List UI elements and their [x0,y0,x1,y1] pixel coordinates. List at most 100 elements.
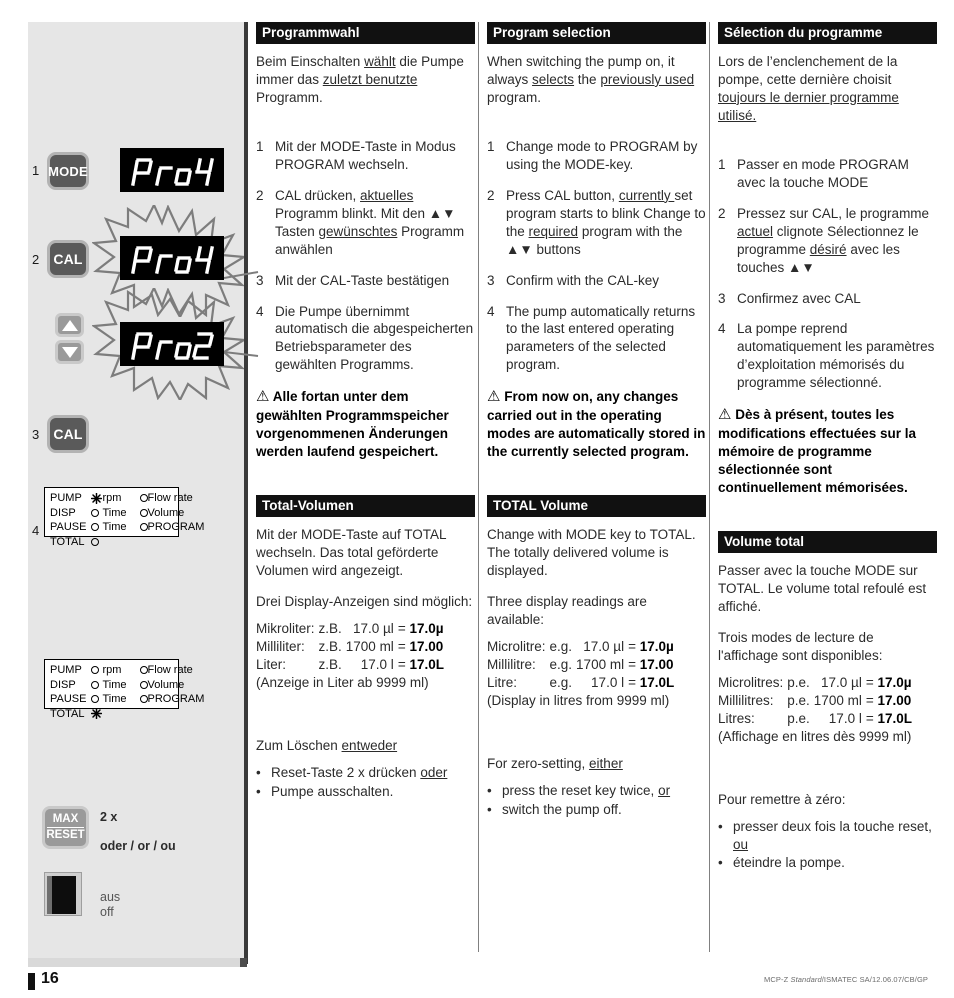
unit-equals: = [628,656,640,672]
intro-de-u2: zuletzt benutzte [322,71,418,87]
list-item-text: Pumpe ausschalten. [271,783,394,799]
unit-result: 17.0L [639,674,675,690]
unit-result: 17.0L [877,710,912,726]
unit-name: Microlitre: [487,638,546,654]
indicator-ring-icon [91,680,100,689]
list-item-text: Reset-Taste 2 x drücken oder [271,764,448,780]
step-fr-2: 2 Pressez sur CAL, le programme actuel c… [718,205,937,277]
spacer-fr-1 [718,138,937,156]
status-rows-1: PUMP rpm Flow rate DISP Time Volume PAUSE Time P… [50,491,204,549]
status-mark-1 [91,692,102,707]
unit-row: Litres: p.e. 17.0 l = 17.0L [718,710,912,728]
intro-paragraph-en: When switching the pump on, it always se… [487,53,706,107]
intro-fr-a: Lors de l’enclenchement de la pompe, cet… [718,54,898,87]
unit-equals: = [865,692,878,708]
press-twice-label: 2 x [100,810,118,824]
step-en-2-number: 2 [487,187,495,203]
unit-result: 17.0L [409,656,444,672]
page-number: 16 [41,970,59,987]
lcd-display-pro4-step2 [120,236,224,280]
step-fr-2-a: Pressez sur CAL, le programme [737,205,930,221]
status-table-2: PUMP rpm Flow rate DISP Time Volume PAUSE Time P… [50,663,204,721]
list-item: • Reset-Taste 2 x drücken oder [256,764,475,782]
step-fr-2-u2: désiré [809,241,847,257]
footer-document-reference: MCP-Z Standard/ISMATEC SA/12.06.07/CB/GP [764,975,928,984]
list-item: • switch the pump off. [487,801,706,819]
status-row: TOTAL [50,535,204,550]
bullet-icon: • [487,782,492,798]
status-mark-2 [127,707,148,722]
status-row: PUMP rpm Flow rate [50,663,204,678]
intro-de-a: Beim Einschalten [256,54,365,69]
or-trilingual-label: oder / or / ou [100,839,176,853]
status-text-1: rpm [102,492,122,504]
reset-lead-fr: Pour remettre à zéro: [718,791,937,809]
status-table-1: PUMP rpm Flow rate DISP Time Volume PAUSE Time P… [50,491,204,549]
cal-button-step2[interactable]: CAL [47,240,89,278]
total-note-en: (Display in litres from 9999 ml) [487,692,670,708]
total-p2-fr: Trois modes de lecture de l'affichage so… [718,629,883,663]
unit-row: Millilitres: p.e. 1700 ml = 17.00 [718,692,912,710]
step-fr-1-text: Passer en mode PROGRAM avec la touche MO… [737,156,909,190]
up-arrow-button[interactable] [55,313,84,337]
reset-bullets-de: • Reset-Taste 2 x drücken oder • Pumpe auss… [256,764,475,801]
illustration-panel-edge [244,22,248,964]
status-mark-2 [127,692,148,707]
warning-triangle-icon: ⚠ [256,388,270,406]
indicator-active-star-icon [91,707,103,720]
column-english: Program selection When switching the pum… [487,22,706,820]
indicator-ring-icon [91,695,100,704]
status-mark-2 [127,678,148,693]
unit-equals: = [865,674,878,690]
unit-result: 17.00 [877,692,912,708]
status-mark-1 [91,535,102,550]
indicator-ring-icon [139,666,148,675]
step-de-3-text: Mit der CAL-Taste bestätigen [275,272,450,288]
cal-button-step3[interactable]: CAL [47,415,89,453]
intro-paragraph-de: Beim Einschalten wählt die Pumpe immer d… [256,53,475,107]
spacer-fr-2 [718,510,937,531]
indicator-ring-icon [139,508,148,517]
status-row: TOTAL [50,707,204,722]
spacer-en-1 [487,120,706,138]
unit-result: 17.0µ [409,620,444,636]
status-text-2: Volume [147,678,185,691]
unit-row: Microlitres: p.e. 17.0 µl = 17.0µ [718,674,912,692]
status-row: DISP Time Volume [50,506,204,521]
indicator-ring-icon [139,695,148,704]
list-item-text: switch the pump off. [502,801,622,817]
warning-de: ⚠ Alle fortan unter dem gewählten Progra… [256,387,475,461]
status-row-label: PAUSE [50,521,87,534]
unit-name: Litres: [718,710,755,726]
total-p1-fr: Passer avec la touche MODE sur TOTAL. Le… [718,563,927,614]
reset-lead-de-a: Zum Löschen [256,737,342,753]
status-text-1 [102,707,126,722]
mode-button[interactable]: MODE [47,152,89,190]
heading-program-selection: Program selection [487,22,706,44]
power-off-label-de: aus [100,890,121,904]
indicator-ring-icon [139,523,148,532]
unit-example-label: e.g. [549,656,573,672]
status-row: DISP Time Volume [50,678,204,693]
unit-example-label: z.B. [318,656,342,672]
status-mark-2 [127,663,148,678]
status-row: PAUSE Time PROGRAM [50,692,204,707]
unit-value: 17.0 µl [583,638,625,654]
down-arrow-button[interactable] [55,340,84,364]
power-switch[interactable] [44,872,82,916]
unit-result: 17.0µ [639,638,674,654]
list-item: • éteindre la pompe. [718,854,937,872]
step-en-2-text: Press CAL button, currently set program … [506,187,706,259]
spacer-en-2 [487,474,706,495]
status-mark-1 [91,520,102,535]
step-en-4: 4 The pump automatically returns to the … [487,303,706,375]
step-en-4-number: 4 [487,303,495,319]
illus-step-number-3: 3 [32,427,40,442]
warning-de-text: Alle fortan unter dem gewählten Programm… [256,389,449,460]
max-reset-button[interactable]: MAX RESET [42,806,89,849]
unit-row: Microlitre: e.g. 17.0 µl = 17.0µ [487,638,674,656]
spacer-de-3 [256,705,475,737]
step-en-1: 1 Change mode to PROGRAM by using the MO… [487,138,706,174]
status-rows-2: PUMP rpm Flow rate DISP Time Volume PAUSE Time P… [50,663,204,721]
bullet-icon: • [256,764,261,780]
